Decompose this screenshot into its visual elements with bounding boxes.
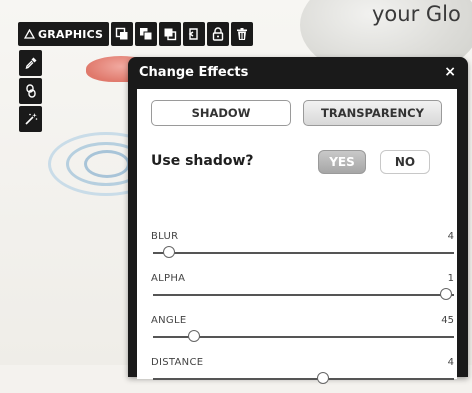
angle-value: 45 <box>441 315 454 326</box>
angle-label: ANGLE <box>151 315 187 326</box>
bring-to-front-icon <box>140 28 153 41</box>
effects-tabs: SHADOW TRANSPARENCY <box>151 100 442 126</box>
blur-value: 4 <box>447 231 454 242</box>
graphics-toolbar: GRAPHICS <box>18 21 254 47</box>
blur-label: BLUR <box>151 231 179 242</box>
ring-graphic-inner <box>84 150 130 178</box>
magic-wand-button[interactable] <box>19 106 42 132</box>
bring-forward-icon <box>115 27 128 40</box>
blur-slider-track[interactable] <box>153 252 454 254</box>
alpha-slider-track[interactable] <box>153 294 454 296</box>
tab-shadow[interactable]: SHADOW <box>151 100 291 126</box>
shadow-no-button[interactable]: NO <box>380 150 430 174</box>
dialog-title: Change Effects <box>139 65 249 80</box>
shadow-yes-button[interactable]: YES <box>318 150 366 174</box>
distance-value: 4 <box>447 357 454 368</box>
change-effects-dialog: Change Effects × SHADOW TRANSPARENCY Use… <box>128 57 468 384</box>
angle-slider-handle[interactable] <box>188 330 200 342</box>
distance-slider-row: DISTANCE 4 <box>151 357 454 393</box>
dialog-body: SHADOW TRANSPARENCY Use shadow? YES NO B… <box>137 89 457 384</box>
bring-forward-button[interactable] <box>111 22 134 46</box>
eyedropper-button[interactable] <box>19 50 42 76</box>
alpha-slider-handle[interactable] <box>440 288 452 300</box>
bring-to-front-button[interactable] <box>135 22 158 46</box>
left-toolbar <box>19 50 42 132</box>
graphics-button-label: GRAPHICS <box>38 27 104 41</box>
lock-icon <box>212 27 224 41</box>
angle-slider-row: ANGLE 45 <box>151 315 454 351</box>
graphics-button[interactable]: GRAPHICS <box>18 22 110 46</box>
link-button[interactable] <box>19 78 42 104</box>
close-icon[interactable]: × <box>444 64 456 80</box>
send-backward-button[interactable] <box>159 22 182 46</box>
link-icon <box>25 84 36 98</box>
send-backward-icon <box>164 28 177 41</box>
blur-slider-handle[interactable] <box>163 246 175 258</box>
lock-button[interactable] <box>207 22 230 46</box>
distance-slider-handle[interactable] <box>317 372 329 384</box>
blur-slider-row: BLUR 4 <box>151 231 454 267</box>
trash-icon <box>237 28 248 40</box>
eyedropper-icon <box>25 57 36 69</box>
canvas-heading-text: your Glo <box>372 2 461 26</box>
tab-transparency[interactable]: TRANSPARENCY <box>303 100 442 126</box>
delete-button[interactable] <box>231 22 254 46</box>
alpha-value: 1 <box>447 273 454 284</box>
send-to-back-icon <box>188 28 198 40</box>
triangle-icon <box>24 29 35 39</box>
distance-slider-track[interactable] <box>153 378 454 380</box>
alpha-slider-row: ALPHA 1 <box>151 273 454 309</box>
magic-wand-icon <box>24 113 37 125</box>
distance-label: DISTANCE <box>151 357 204 368</box>
alpha-label: ALPHA <box>151 273 186 284</box>
send-to-back-button[interactable] <box>183 22 206 46</box>
use-shadow-label: Use shadow? <box>151 153 254 169</box>
